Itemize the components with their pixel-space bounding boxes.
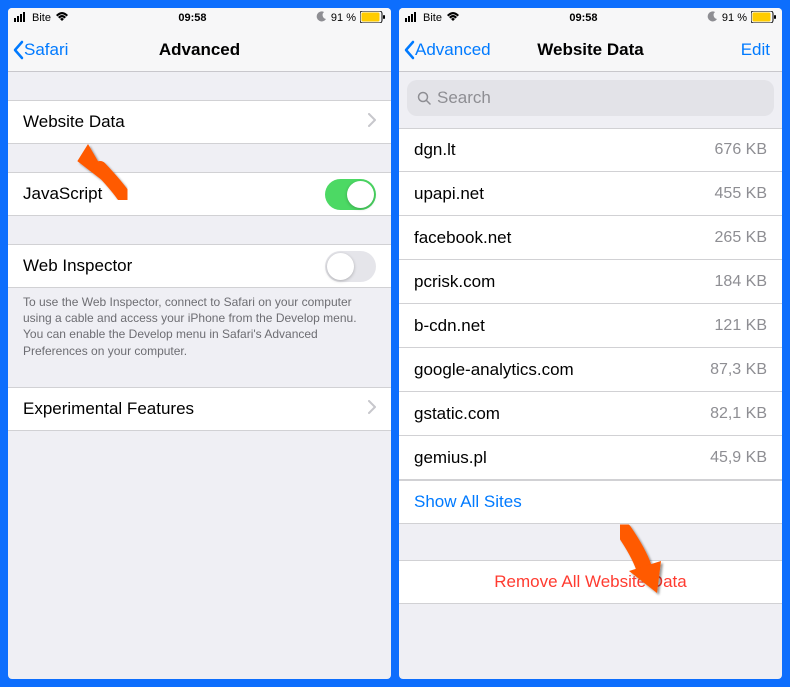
row-label: Website Data (23, 112, 362, 132)
site-domain: gemius.pl (414, 448, 710, 468)
site-list: dgn.lt676 KB upapi.net455 KB facebook.ne… (399, 128, 782, 524)
back-button[interactable]: Safari (8, 40, 68, 60)
site-domain: facebook.net (414, 228, 715, 248)
site-domain: google-analytics.com (414, 360, 710, 380)
content-left: Website Data JavaScript Web Inspector To… (8, 72, 391, 679)
content-right: Search dgn.lt676 KB upapi.net455 KB face… (399, 72, 782, 679)
table-row[interactable]: upapi.net455 KB (399, 172, 782, 216)
table-row[interactable]: b-cdn.net121 KB (399, 304, 782, 348)
search-placeholder: Search (437, 88, 491, 108)
table-row[interactable]: gemius.pl45,9 KB (399, 436, 782, 480)
chevron-right-icon (368, 399, 376, 419)
chevron-left-icon (12, 40, 24, 60)
row-label: JavaScript (23, 184, 325, 204)
edit-button[interactable]: Edit (741, 40, 782, 60)
show-all-sites-button[interactable]: Show All Sites (399, 480, 782, 524)
back-label: Safari (24, 40, 68, 60)
row-label: Experimental Features (23, 399, 362, 419)
web-inspector-toggle[interactable] (325, 251, 376, 282)
site-domain: pcrisk.com (414, 272, 715, 292)
website-data-row[interactable]: Website Data (8, 100, 391, 144)
wifi-icon (446, 12, 460, 25)
back-button[interactable]: Advanced (399, 40, 491, 60)
site-size: 87,3 KB (710, 361, 767, 379)
table-row[interactable]: pcrisk.com184 KB (399, 260, 782, 304)
carrier-label: Bite (423, 12, 442, 24)
web-inspector-row: Web Inspector (8, 244, 391, 288)
site-size: 265 KB (715, 229, 767, 247)
site-size: 82,1 KB (710, 405, 767, 423)
site-size: 676 KB (715, 141, 767, 159)
search-input[interactable]: Search (407, 80, 774, 116)
table-row[interactable]: dgn.lt676 KB (399, 128, 782, 172)
back-label: Advanced (415, 40, 491, 60)
table-row[interactable]: gstatic.com82,1 KB (399, 392, 782, 436)
signal-icon (14, 12, 28, 25)
status-bar: Bite 09:58 91 % (8, 8, 391, 28)
site-size: 455 KB (715, 185, 767, 203)
site-domain: dgn.lt (414, 140, 715, 160)
search-icon (417, 91, 431, 105)
site-size: 45,9 KB (710, 449, 767, 467)
site-size: 121 KB (715, 317, 767, 335)
remove-all-button[interactable]: Remove All Website Data (399, 560, 782, 604)
site-size: 184 KB (715, 273, 767, 291)
battery-icon (751, 11, 776, 26)
battery-percent: 91 % (722, 12, 747, 24)
carrier-label: Bite (32, 12, 51, 24)
status-bar: Bite 09:58 91 % (399, 8, 782, 28)
nav-bar: Advanced Website Data Edit (399, 28, 782, 72)
javascript-row: JavaScript (8, 172, 391, 216)
moon-icon (316, 11, 327, 25)
site-domain: upapi.net (414, 184, 715, 204)
signal-icon (405, 12, 419, 25)
phone-left: Bite 09:58 91 % Safari Advanced Website … (8, 8, 391, 679)
wifi-icon (55, 12, 69, 25)
battery-percent: 91 % (331, 12, 356, 24)
time-label: 09:58 (569, 12, 597, 24)
row-label: Web Inspector (23, 256, 325, 276)
web-inspector-footer: To use the Web Inspector, connect to Saf… (8, 288, 391, 371)
battery-icon (360, 11, 385, 26)
chevron-right-icon (368, 112, 376, 132)
site-domain: b-cdn.net (414, 316, 715, 336)
table-row[interactable]: facebook.net265 KB (399, 216, 782, 260)
moon-icon (707, 11, 718, 25)
time-label: 09:58 (178, 12, 206, 24)
experimental-features-row[interactable]: Experimental Features (8, 387, 391, 431)
chevron-left-icon (403, 40, 415, 60)
table-row[interactable]: google-analytics.com87,3 KB (399, 348, 782, 392)
nav-bar: Safari Advanced (8, 28, 391, 72)
site-domain: gstatic.com (414, 404, 710, 424)
phone-right: Bite 09:58 91 % Advanced Website Data Ed… (399, 8, 782, 679)
javascript-toggle[interactable] (325, 179, 376, 210)
